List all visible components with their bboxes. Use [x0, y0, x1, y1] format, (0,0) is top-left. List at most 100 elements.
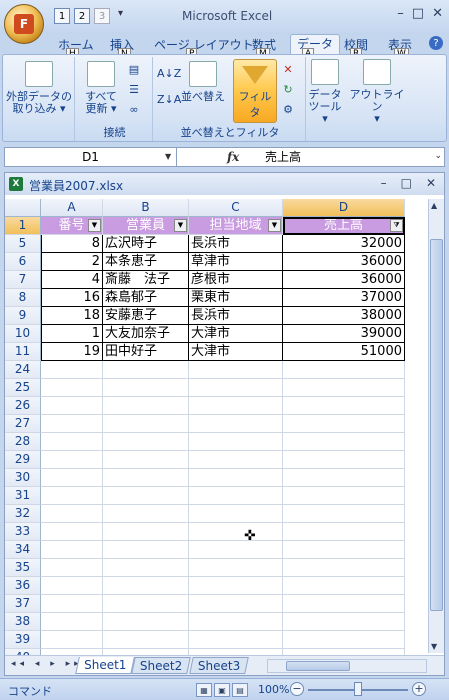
- name-box[interactable]: D1: [5, 148, 177, 166]
- cell-number[interactable]: 18: [41, 307, 103, 325]
- empty-cell[interactable]: [189, 613, 283, 631]
- vertical-scrollbar[interactable]: ▲ ▼: [428, 199, 444, 653]
- empty-cell[interactable]: [103, 361, 189, 379]
- empty-cell[interactable]: [283, 577, 405, 595]
- workbook-minimize-button[interactable]: –: [381, 176, 387, 190]
- row-header[interactable]: 38: [5, 613, 41, 631]
- empty-cell[interactable]: [41, 379, 103, 397]
- row-header[interactable]: 33: [5, 523, 41, 541]
- empty-cell[interactable]: [41, 559, 103, 577]
- cell-sales-rep[interactable]: 安藤恵子: [103, 307, 189, 325]
- empty-cell[interactable]: [103, 379, 189, 397]
- cell-sales-rep[interactable]: 森島郁子: [103, 289, 189, 307]
- edit-links-icon[interactable]: ∞: [127, 103, 141, 117]
- cell-number[interactable]: 1: [41, 325, 103, 343]
- empty-cell[interactable]: [103, 595, 189, 613]
- row-header[interactable]: 8: [5, 289, 41, 307]
- row-header[interactable]: 39: [5, 631, 41, 649]
- external-data-button[interactable]: 外部データの 取り込み ▾: [5, 61, 73, 115]
- empty-cell[interactable]: [103, 631, 189, 649]
- cell-region[interactable]: 彦根市: [189, 271, 283, 289]
- header-cell-number[interactable]: 番号 ▼: [41, 217, 103, 235]
- empty-cell[interactable]: [189, 397, 283, 415]
- empty-cell[interactable]: [189, 541, 283, 559]
- connections-icon[interactable]: ▤: [127, 63, 141, 77]
- empty-cell[interactable]: [41, 433, 103, 451]
- row-header[interactable]: 25: [5, 379, 41, 397]
- row-header[interactable]: 28: [5, 433, 41, 451]
- sort-button[interactable]: 並べ替え: [179, 61, 227, 103]
- empty-cell[interactable]: [103, 487, 189, 505]
- row-header[interactable]: 9: [5, 307, 41, 325]
- header-cell-region[interactable]: 担当地域 ▼: [189, 217, 283, 235]
- cell-region[interactable]: 草津市: [189, 253, 283, 271]
- empty-cell[interactable]: [189, 487, 283, 505]
- cell-sales-rep[interactable]: 田中好子: [103, 343, 189, 361]
- cell-region[interactable]: 大津市: [189, 343, 283, 361]
- undo-icon[interactable]: 2: [74, 8, 90, 24]
- row-header[interactable]: 32: [5, 505, 41, 523]
- row-header[interactable]: 29: [5, 451, 41, 469]
- empty-cell[interactable]: [103, 577, 189, 595]
- active-filter-icon[interactable]: ⧩: [390, 219, 403, 232]
- empty-cell[interactable]: [283, 541, 405, 559]
- empty-cell[interactable]: [41, 577, 103, 595]
- empty-cell[interactable]: [283, 487, 405, 505]
- filter-dropdown-icon[interactable]: ▼: [268, 219, 281, 232]
- empty-cell[interactable]: [103, 505, 189, 523]
- cell-number[interactable]: 4: [41, 271, 103, 289]
- cell-number[interactable]: 2: [41, 253, 103, 271]
- header-cell-sales-rep[interactable]: 営業員 ▼: [103, 217, 189, 235]
- cell-sales[interactable]: 36000: [283, 253, 405, 271]
- empty-cell[interactable]: [41, 595, 103, 613]
- qat-customize-dropdown[interactable]: ▾: [118, 8, 123, 24]
- data-tools-button[interactable]: データ ツール ▾: [307, 59, 343, 125]
- sheet-tab-1[interactable]: Sheet1: [75, 657, 136, 674]
- row-header[interactable]: 10: [5, 325, 41, 343]
- cell-region[interactable]: 長浜市: [189, 307, 283, 325]
- row-header[interactable]: 36: [5, 577, 41, 595]
- minimize-button[interactable]: –: [397, 6, 404, 21]
- empty-cell[interactable]: [103, 541, 189, 559]
- column-header-b[interactable]: B: [103, 199, 189, 217]
- empty-cell[interactable]: [283, 469, 405, 487]
- horizontal-scroll-thumb[interactable]: [286, 661, 350, 671]
- empty-cell[interactable]: [189, 379, 283, 397]
- empty-cell[interactable]: [41, 613, 103, 631]
- empty-cell[interactable]: [283, 379, 405, 397]
- row-header[interactable]: 7: [5, 271, 41, 289]
- empty-cell[interactable]: [41, 451, 103, 469]
- empty-cell[interactable]: [103, 613, 189, 631]
- empty-cell[interactable]: [189, 559, 283, 577]
- page-break-view-icon[interactable]: ▤: [232, 683, 248, 697]
- cell-sales-rep[interactable]: 斎藤 法子: [103, 271, 189, 289]
- empty-cell[interactable]: [189, 595, 283, 613]
- zoom-slider-thumb[interactable]: [354, 682, 362, 696]
- empty-cell[interactable]: [103, 451, 189, 469]
- empty-cell[interactable]: [189, 631, 283, 649]
- save-icon[interactable]: 1: [54, 8, 70, 24]
- filter-button[interactable]: フィルタ: [233, 59, 277, 123]
- cell-region[interactable]: 栗東市: [189, 289, 283, 307]
- cell-sales-rep[interactable]: 本条恵子: [103, 253, 189, 271]
- empty-cell[interactable]: [189, 361, 283, 379]
- sheet-nav-icons[interactable]: ◂◂ ◂ ▸ ▸▸: [11, 659, 83, 669]
- row-header[interactable]: 27: [5, 415, 41, 433]
- empty-cell[interactable]: [189, 577, 283, 595]
- empty-cell[interactable]: [283, 613, 405, 631]
- normal-view-icon[interactable]: ▦: [196, 683, 212, 697]
- sort-ascending-icon[interactable]: A↓Z: [157, 67, 181, 81]
- filter-dropdown-icon[interactable]: ▼: [88, 219, 101, 232]
- empty-cell[interactable]: [283, 415, 405, 433]
- tab-page-layout[interactable]: ページ レイアウト: [154, 36, 254, 53]
- empty-cell[interactable]: [189, 451, 283, 469]
- empty-cell[interactable]: [41, 361, 103, 379]
- cell-number[interactable]: 19: [41, 343, 103, 361]
- cell-sales[interactable]: 37000: [283, 289, 405, 307]
- cell-sales[interactable]: 36000: [283, 271, 405, 289]
- empty-cell[interactable]: [283, 595, 405, 613]
- properties-icon[interactable]: ☰: [127, 83, 141, 97]
- row-header[interactable]: 5: [5, 235, 41, 253]
- advanced-filter-icon[interactable]: ⚙: [281, 103, 295, 117]
- redo-icon[interactable]: 3: [94, 8, 110, 24]
